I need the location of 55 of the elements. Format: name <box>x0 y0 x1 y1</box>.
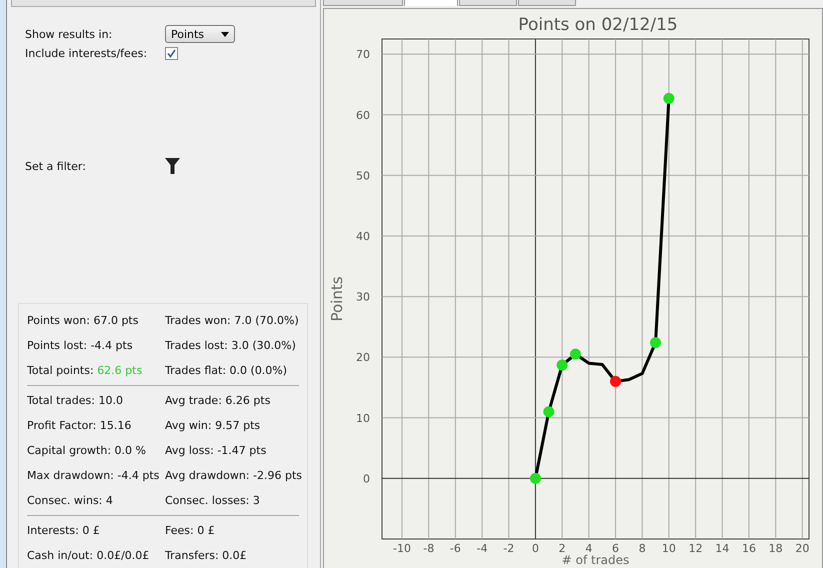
x-tick-label: 16 <box>742 542 756 555</box>
stat-text: Avg trade: 6.26 pts <box>165 393 272 409</box>
filter-label: Set a filter: <box>25 160 87 172</box>
stat-text: Trades flat: 0.0 (0.0%) <box>165 363 288 379</box>
y-tick-label: 30 <box>356 290 370 304</box>
stat-text: Max drawdown: -4.4 pts <box>27 468 160 484</box>
y-tick-label: 50 <box>356 169 370 182</box>
x-tick-label: 20 <box>795 542 810 555</box>
x-axis-label: # of trades <box>562 553 630 567</box>
x-tick-label: 10 <box>662 542 676 555</box>
include-fees-label: Include interests/fees: <box>25 47 148 60</box>
x-tick-label: 4 <box>585 542 592 555</box>
stat-text: Capital growth: 0.0 % <box>27 443 147 459</box>
y-tick-label: 40 <box>356 230 370 243</box>
x-tick-label: 6 <box>612 542 620 555</box>
stat-text: Interests: 0 £ <box>27 523 101 539</box>
caret-icon <box>221 32 229 36</box>
stat-text: Transfers: 0.0£ <box>165 548 248 564</box>
x-tick-label: 18 <box>768 542 783 555</box>
y-axis-label: Points <box>328 276 346 322</box>
y-tick-label: 0 <box>363 472 370 486</box>
x-tick-label: 2 <box>558 542 566 555</box>
stat-text: Avg loss: -1.47 pts <box>165 443 268 459</box>
x-tick-label: -10 <box>393 542 411 555</box>
include-fees-checkbox[interactable] <box>165 47 178 60</box>
x-tick-label: -8 <box>423 542 434 555</box>
stat-text: Avg win: 9.57 pts <box>165 418 262 434</box>
stat-text: Total trades: 10.0 <box>27 393 124 409</box>
x-tick-label: 0 <box>532 542 539 555</box>
stat-text: Profit Factor: 15.16 <box>27 418 132 434</box>
x-tick-label: 8 <box>638 542 646 555</box>
stat-text: Avg drawdown: -2.96 pts <box>165 468 302 484</box>
stat-text: Consec. wins: 4 <box>27 493 114 509</box>
x-tick-label: -4 <box>476 542 488 555</box>
stat-text: Trades lost: 3.0 (30.0%) <box>165 338 297 354</box>
x-tick-label: -2 <box>503 542 514 555</box>
stat-text: Consec. losses: 3 <box>165 493 261 509</box>
show-results-label: Show results in: <box>25 28 114 40</box>
stat-text: Cash in/out: 0.0£/0.0£ <box>27 548 150 564</box>
y-tick-label: 20 <box>356 351 370 364</box>
y-tick-label: 60 <box>356 108 370 122</box>
results-dropdown[interactable]: Points <box>165 25 235 43</box>
x-tick-label: 14 <box>715 542 730 555</box>
y-tick-label: 10 <box>356 412 370 425</box>
panel-tab[interactable] <box>11 0 316 7</box>
stat-text: Points lost: -4.4 pts <box>27 338 134 354</box>
chart-title: Points on 02/12/15 <box>518 15 678 35</box>
stat-text: Points won: 67.0 pts <box>27 313 140 329</box>
x-tick-label: 12 <box>688 542 703 555</box>
y-tick-label: 70 <box>356 48 370 62</box>
stat-text: Trades won: 7.0 (70.0%) <box>165 313 299 329</box>
stat-text: Total points: 62.6 pts <box>27 363 144 379</box>
x-tick-label: -6 <box>450 542 461 555</box>
stat-text: Fees: 0 £ <box>165 523 216 539</box>
filter-icon[interactable] <box>165 158 180 174</box>
